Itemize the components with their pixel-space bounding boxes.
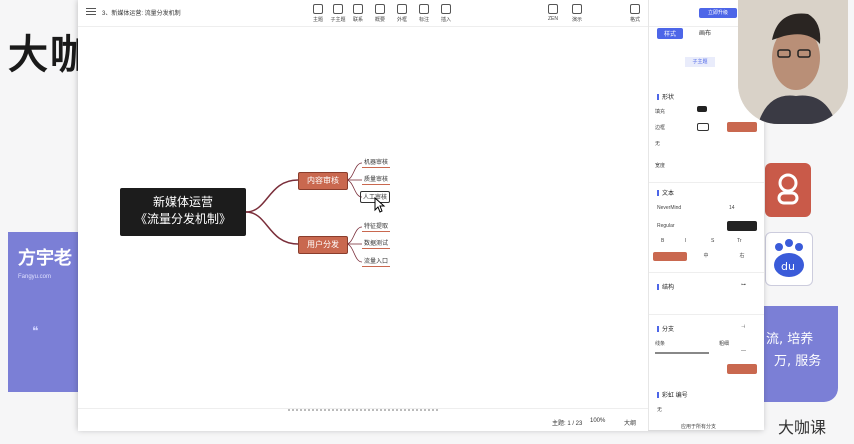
leaf-topic[interactable]: 质量审核 bbox=[362, 174, 391, 185]
title-bar: 3、新媒体运营: 流量分发机制 主题 子主题 联系 概要 外框 标注 插入 ZE… bbox=[78, 0, 648, 27]
quote-icon: ❝ bbox=[32, 324, 39, 338]
font-family-select[interactable]: NeverMind bbox=[657, 205, 681, 211]
hamburger-menu-icon[interactable] bbox=[86, 8, 96, 16]
leaf-topic[interactable]: 特征提取 bbox=[362, 221, 391, 232]
presenter-card: 方宇老 Fangyu.com ❝ bbox=[8, 232, 80, 392]
status-divider bbox=[288, 409, 438, 413]
branch-weight-label: 粗细 bbox=[719, 341, 730, 347]
topic-icon bbox=[313, 4, 323, 14]
align-center-button[interactable]: 中 bbox=[689, 252, 723, 261]
root-topic-line-2: 《流量分发机制》 bbox=[134, 212, 231, 226]
app-logo-red bbox=[765, 163, 811, 217]
fill-label: 填充 bbox=[655, 109, 666, 115]
panel-divider bbox=[649, 272, 764, 273]
width-label: 宽度 bbox=[655, 163, 666, 169]
border-color-swatch[interactable] bbox=[727, 122, 757, 132]
mindmap-canvas[interactable]: 新媒体运营 《流量分发机制》 内容审核 用户分发 机器审核 质量审核 人工审核 … bbox=[78, 27, 648, 407]
branch-topic-user-distribution[interactable]: 用户分发 bbox=[298, 236, 348, 254]
branch-dash-picker[interactable]: — bbox=[741, 348, 746, 354]
branch-style-picker[interactable]: ⊣ bbox=[741, 324, 745, 330]
format-panel-toggle[interactable]: 格式 bbox=[624, 3, 646, 23]
zoom-level[interactable]: 100% bbox=[590, 418, 605, 424]
align-left-button[interactable] bbox=[653, 252, 687, 261]
branch-color-swatch[interactable] bbox=[727, 364, 757, 374]
panel-icon bbox=[630, 4, 640, 14]
presenter-name: 方宇老 bbox=[18, 248, 72, 268]
branch-topic-content-review[interactable]: 内容审核 bbox=[298, 172, 348, 190]
font-weight-select[interactable]: Regular bbox=[657, 223, 675, 229]
info-line-2: 万, 服务 bbox=[774, 354, 822, 369]
tab-canvas[interactable]: 画布 bbox=[699, 28, 711, 37]
text-color-swatch[interactable] bbox=[727, 221, 757, 231]
presenter-webcam bbox=[738, 0, 848, 124]
topic-count: 主题: 1 / 23 bbox=[552, 421, 583, 427]
bold-button[interactable]: B bbox=[661, 238, 664, 244]
panel-divider bbox=[649, 314, 764, 315]
border-label: 边框 bbox=[655, 125, 666, 131]
toolbar-boundary-button[interactable]: 外框 bbox=[390, 3, 414, 23]
toolbar-insert-button[interactable]: 插入 bbox=[434, 3, 458, 23]
outline-toggle[interactable]: 大纲 bbox=[624, 418, 636, 427]
play-icon bbox=[572, 4, 582, 14]
baidu-logo: du bbox=[765, 232, 813, 286]
footer-brand: 大咖课 bbox=[778, 418, 827, 437]
structure-section-title: 结构 bbox=[657, 282, 674, 291]
branch-section-title: 分支 bbox=[657, 324, 674, 333]
label-icon bbox=[419, 4, 429, 14]
border-style-value[interactable]: 无 bbox=[655, 140, 660, 147]
presenter-portrait-icon bbox=[738, 0, 848, 124]
zen-icon bbox=[548, 4, 558, 14]
mindmap-app-window: 3、新媒体运营: 流量分发机制 主题 子主题 联系 概要 外框 标注 插入 ZE… bbox=[78, 0, 764, 431]
relation-icon bbox=[353, 4, 363, 14]
leaf-topic[interactable]: 机器审核 bbox=[362, 157, 391, 168]
insert-icon bbox=[441, 4, 451, 14]
italic-button[interactable]: I bbox=[685, 238, 686, 244]
logo-glyph-icon bbox=[777, 173, 799, 205]
rainbow-section-title: 彩虹 编号 bbox=[657, 390, 688, 399]
pitch-mode-button[interactable]: 演示 bbox=[566, 3, 588, 23]
shape-section-title: 形状 bbox=[657, 92, 674, 101]
rainbow-value[interactable]: 无 bbox=[657, 406, 662, 413]
presenter-subtitle: Fangyu.com bbox=[18, 274, 52, 280]
apply-all-branches-link[interactable]: 应用于所有分支 bbox=[681, 423, 716, 430]
svg-text:du: du bbox=[781, 260, 795, 273]
text-section-title: 文本 bbox=[657, 188, 674, 197]
summary-icon bbox=[375, 4, 385, 14]
case-button[interactable]: Tr bbox=[737, 238, 742, 244]
mouse-cursor-icon bbox=[374, 197, 386, 213]
strike-button[interactable]: S bbox=[711, 238, 714, 244]
branch-line-label: 线条 bbox=[655, 341, 666, 347]
panel-divider bbox=[649, 182, 764, 183]
info-line-1: 流, 培养 bbox=[766, 332, 814, 347]
toolbar-relation-button[interactable]: 联系 bbox=[346, 3, 370, 23]
fill-shape-picker[interactable] bbox=[697, 106, 707, 112]
root-topic[interactable]: 新媒体运营 《流量分发机制》 bbox=[120, 188, 246, 236]
leaf-topic[interactable]: 流量入口 bbox=[362, 256, 391, 267]
info-card: 流, 培养 万, 服务 bbox=[762, 306, 838, 402]
toolbar-summary-button[interactable]: 概要 bbox=[368, 3, 392, 23]
status-bar: 主题: 1 / 23 100% 大纲 bbox=[78, 408, 648, 431]
document-title[interactable]: 3、新媒体运营: 流量分发机制 bbox=[102, 8, 181, 17]
toolbar-label-button[interactable]: 标注 bbox=[412, 3, 436, 23]
branch-width-slider[interactable] bbox=[655, 352, 709, 354]
tab-style[interactable]: 样式 bbox=[657, 28, 684, 39]
leaf-topic[interactable]: 数据测试 bbox=[362, 238, 391, 249]
subtopic-selector[interactable]: 子主题 bbox=[685, 57, 715, 67]
font-size-select[interactable]: 14 bbox=[729, 205, 735, 211]
subtopic-icon bbox=[333, 4, 343, 14]
paw-icon: du bbox=[774, 239, 804, 277]
boundary-icon bbox=[397, 4, 407, 14]
align-right-button[interactable]: 右 bbox=[725, 252, 759, 261]
zen-mode-button[interactable]: ZEN bbox=[542, 3, 564, 22]
border-shape-picker[interactable] bbox=[697, 123, 709, 131]
upgrade-button[interactable]: 立即升级 bbox=[699, 8, 737, 18]
structure-picker[interactable]: ⊶ bbox=[741, 282, 746, 288]
root-topic-line-1: 新媒体运营 bbox=[152, 195, 213, 209]
